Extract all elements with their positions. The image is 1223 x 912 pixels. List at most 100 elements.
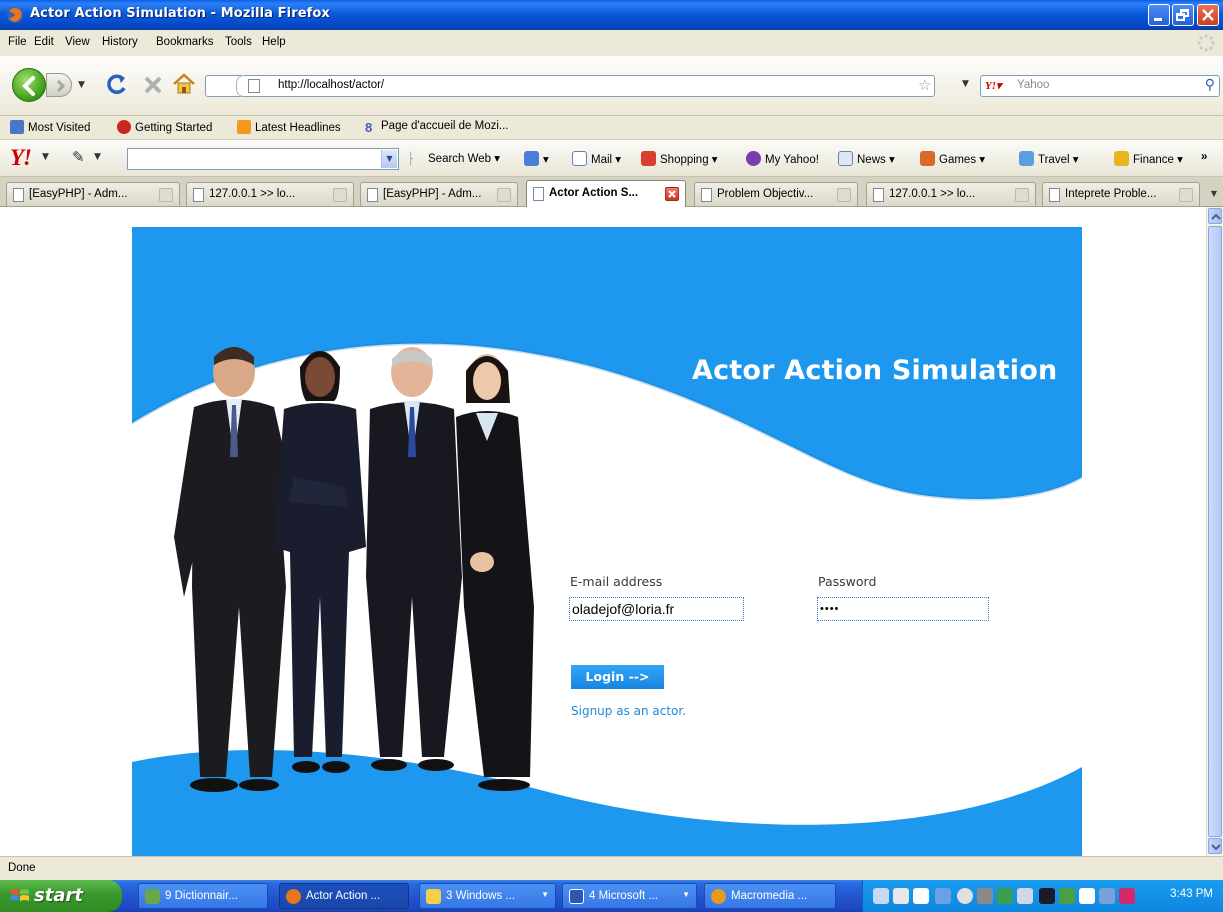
tray-help-icon[interactable]	[913, 888, 929, 904]
reload-icon[interactable]	[104, 70, 130, 98]
tab-list-dropdown-icon[interactable]: ▼	[1207, 184, 1221, 204]
finance-button[interactable]: Finance ▾	[1114, 151, 1183, 166]
yahoo-engine-icon[interactable]: Y!▾	[985, 79, 1007, 93]
bookmark-latest-headlines[interactable]: Latest Headlines	[237, 120, 341, 134]
start-button[interactable]: start	[0, 880, 122, 912]
yahoo-menu-dropdown-icon[interactable]: ▼	[42, 152, 49, 162]
scroll-down-button[interactable]	[1208, 838, 1222, 854]
travel-icon	[1019, 151, 1034, 166]
scroll-up-button[interactable]	[1208, 208, 1222, 224]
task-macromedia[interactable]: Macromedia ...	[704, 883, 836, 909]
tray-network-icon[interactable]	[935, 888, 951, 904]
url-dropdown-icon[interactable]: ▼	[962, 79, 969, 89]
tab-actor-action[interactable]: Actor Action S...	[526, 180, 686, 207]
task-dictionnaire[interactable]: 9 Dictionnair...	[138, 883, 268, 909]
tray-car-icon[interactable]	[977, 888, 993, 904]
tab-easyphp-2[interactable]: [EasyPHP] - Adm...	[360, 182, 518, 206]
tray-arrow-icon[interactable]	[957, 888, 973, 904]
tray-pen-icon[interactable]	[873, 888, 889, 904]
menu-help[interactable]: Help	[262, 36, 286, 48]
menu-bookmarks[interactable]: Bookmarks	[156, 36, 214, 48]
task-actor-action[interactable]: Actor Action ...	[279, 883, 409, 909]
password-field[interactable]: ••••	[817, 597, 989, 621]
tray-recycle-icon[interactable]	[997, 888, 1013, 904]
news-button[interactable]: News ▾	[838, 151, 895, 166]
history-dropdown-icon[interactable]: ▼	[78, 80, 85, 90]
yahoo-search-dropdown-icon[interactable]: ▼	[381, 150, 397, 168]
getting-started-icon	[117, 120, 131, 134]
tab-localhost-1[interactable]: 127.0.0.1 >> lo...	[186, 182, 354, 206]
search-web-button[interactable]: Search Web ▾	[428, 151, 500, 165]
chevron-down-icon	[1211, 844, 1221, 851]
bookmark-mozilla[interactable]: 8 Page d'accueil de Mozi...	[365, 120, 509, 135]
tray-app-icon[interactable]	[1119, 888, 1135, 904]
login-button[interactable]: Login -->	[571, 665, 664, 689]
tab-close-icon[interactable]	[1015, 188, 1029, 202]
games-button[interactable]: Games ▾	[920, 151, 985, 166]
yahoo-logo[interactable]: Y!	[10, 145, 32, 171]
tray-monitor-icon[interactable]	[1099, 888, 1115, 904]
menu-history[interactable]: History	[102, 36, 138, 48]
minimize-button[interactable]	[1148, 4, 1170, 26]
tab-close-icon[interactable]	[333, 188, 347, 202]
menu-edit[interactable]: Edit	[34, 36, 54, 48]
tab-close-icon[interactable]	[665, 187, 679, 201]
page-viewport: Actor Action Simulation E-mail address o…	[0, 207, 1206, 856]
back-button[interactable]	[12, 68, 46, 102]
mail-button[interactable]: Mail ▾	[572, 151, 621, 166]
page-icon	[248, 79, 260, 93]
signup-link[interactable]: Signup as an actor.	[571, 704, 686, 718]
tab-inteprete-problem[interactable]: Inteprete Proble...	[1042, 182, 1200, 206]
email-field[interactable]: oladejof@loria.fr	[569, 597, 744, 621]
chevron-down-icon: ▼	[682, 890, 690, 899]
minimize-icon	[1154, 18, 1162, 21]
bookmark-star-icon[interactable]: ☆	[918, 76, 931, 94]
restore-button[interactable]	[1172, 4, 1194, 26]
menu-bar: File Edit View History Bookmarks Tools H…	[0, 30, 1223, 56]
scroll-thumb[interactable]	[1208, 226, 1222, 837]
home-icon[interactable]	[170, 70, 198, 98]
chevron-up-icon	[1211, 213, 1221, 220]
window-title: Actor Action Simulation - Mozilla Firefo…	[30, 6, 330, 21]
forward-button[interactable]	[46, 73, 72, 97]
window-titlebar[interactable]: Actor Action Simulation - Mozilla Firefo…	[0, 0, 1223, 30]
tab-problem-objective[interactable]: Problem Objectiv...	[694, 182, 858, 206]
tab-close-icon[interactable]	[837, 188, 851, 202]
antispy-button[interactable]: ▾	[524, 151, 549, 166]
bookmark-getting-started[interactable]: Getting Started	[117, 120, 212, 134]
back-arrow-icon	[22, 76, 35, 96]
vertical-scrollbar[interactable]	[1206, 207, 1223, 856]
pencil-icon[interactable]: ✎	[72, 148, 85, 166]
menu-tools[interactable]: Tools	[225, 36, 252, 48]
email-label: E-mail address	[570, 574, 663, 589]
tray-device-icon[interactable]	[1059, 888, 1075, 904]
yahoo-search-input[interactable]: ▼	[127, 148, 399, 170]
travel-button[interactable]: Travel ▾	[1019, 151, 1079, 166]
tab-close-icon[interactable]	[1179, 188, 1193, 202]
close-button[interactable]	[1197, 4, 1219, 26]
tray-volume-icon[interactable]	[1017, 888, 1033, 904]
search-icon[interactable]: ⚲	[1205, 77, 1215, 93]
stop-icon[interactable]	[140, 70, 166, 98]
menu-file[interactable]: File	[8, 36, 27, 48]
antispy-icon	[524, 151, 539, 166]
tab-localhost-2[interactable]: 127.0.0.1 >> lo...	[866, 182, 1036, 206]
search-box[interactable]: Y!▾ Yahoo ⚲	[980, 75, 1220, 97]
tab-close-icon[interactable]	[159, 188, 173, 202]
menu-view[interactable]: View	[65, 36, 90, 48]
shopping-button[interactable]: Shopping ▾	[641, 151, 718, 166]
tray-keyboard-icon[interactable]	[893, 888, 909, 904]
task-microsoft-word[interactable]: 4 Microsoft ... ▼	[562, 883, 697, 909]
tab-close-icon[interactable]	[497, 188, 511, 202]
search-placeholder: Yahoo	[1017, 79, 1050, 91]
pencil-dropdown-icon[interactable]: ▼	[94, 152, 101, 162]
tray-shield-icon[interactable]	[1079, 888, 1095, 904]
task-windows-explorer[interactable]: 3 Windows ... ▼	[419, 883, 556, 909]
games-icon	[920, 151, 935, 166]
url-bar[interactable]: http://localhost/actor/ ☆	[205, 75, 935, 97]
bookmark-most-visited[interactable]: Most Visited	[10, 120, 90, 134]
tray-battery-icon[interactable]	[1039, 888, 1055, 904]
toolbar-overflow-button[interactable]: »	[1201, 151, 1207, 163]
my-yahoo-button[interactable]: My Yahoo!	[746, 151, 819, 166]
tab-easyphp-1[interactable]: [EasyPHP] - Adm...	[6, 182, 180, 206]
